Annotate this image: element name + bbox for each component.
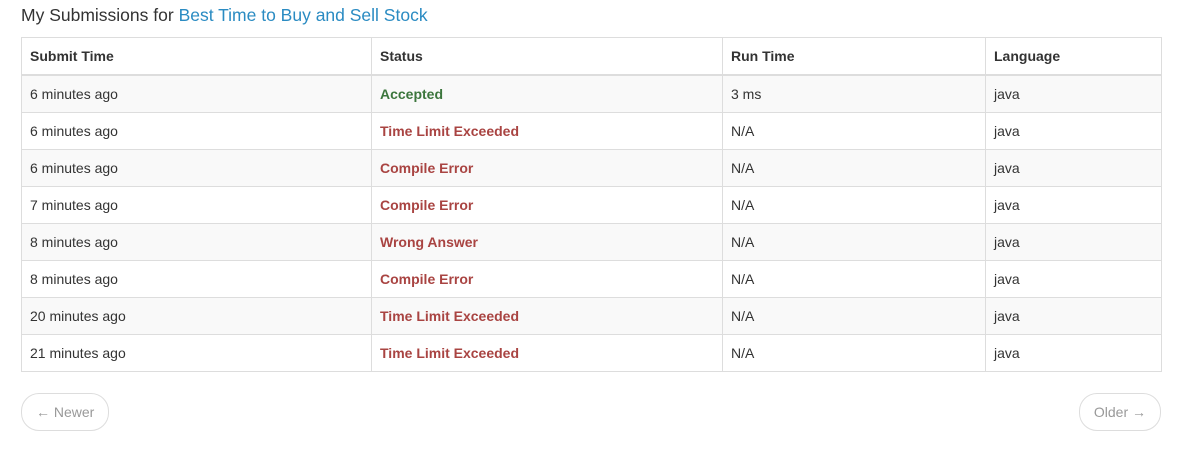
submit-time-cell: 20 minutes ago: [21, 297, 372, 335]
newer-button[interactable]: ← Newer: [21, 393, 110, 431]
page-title: My Submissions for Best Time to Buy and …: [21, 0, 1161, 37]
table-row: 7 minutes ago Compile Error N/A java: [21, 186, 1162, 224]
page-title-prefix: My Submissions for: [21, 5, 174, 25]
submit-time-cell: 6 minutes ago: [21, 112, 372, 150]
submit-time-cell: 6 minutes ago: [21, 149, 372, 187]
run-time-cell: 3 ms: [722, 74, 986, 113]
run-time-cell: N/A: [722, 260, 986, 298]
run-time-cell: N/A: [722, 112, 986, 150]
submissions-page: My Submissions for Best Time to Buy and …: [21, 0, 1162, 431]
submit-time-cell: 21 minutes ago: [21, 334, 372, 372]
language-cell: java: [985, 260, 1162, 298]
submit-time-cell: 6 minutes ago: [21, 74, 372, 113]
table-row: 20 minutes ago Time Limit Exceeded N/A j…: [21, 297, 1162, 335]
status-link[interactable]: Compile Error: [380, 197, 473, 213]
column-header-status: Status: [371, 37, 723, 76]
column-header-submit-time: Submit Time: [21, 37, 372, 76]
status-link[interactable]: Wrong Answer: [380, 234, 478, 250]
column-header-run-time: Run Time: [722, 37, 986, 76]
status-link[interactable]: Accepted: [380, 86, 443, 102]
language-cell: java: [985, 74, 1162, 113]
submit-time-cell: 8 minutes ago: [21, 260, 372, 298]
run-time-cell: N/A: [722, 186, 986, 224]
pager: ← Newer Older →: [21, 393, 1161, 431]
table-header-row: Submit Time Status Run Time Language: [21, 37, 1162, 76]
run-time-cell: N/A: [722, 334, 986, 372]
submit-time-cell: 8 minutes ago: [21, 223, 372, 261]
language-cell: java: [985, 334, 1162, 372]
submissions-table: Submit Time Status Run Time Language 6 m…: [21, 37, 1162, 372]
problem-title-link[interactable]: Best Time to Buy and Sell Stock: [179, 5, 428, 25]
table-row: 8 minutes ago Compile Error N/A java: [21, 260, 1162, 298]
table-row: 6 minutes ago Compile Error N/A java: [21, 149, 1162, 187]
language-cell: java: [985, 223, 1162, 261]
table-row: 6 minutes ago Time Limit Exceeded N/A ja…: [21, 112, 1162, 150]
language-cell: java: [985, 149, 1162, 187]
table-row: 21 minutes ago Time Limit Exceeded N/A j…: [21, 334, 1162, 372]
language-cell: java: [985, 186, 1162, 224]
column-header-language: Language: [985, 37, 1162, 76]
run-time-cell: N/A: [722, 223, 986, 261]
language-cell: java: [985, 112, 1162, 150]
table-row: 8 minutes ago Wrong Answer N/A java: [21, 223, 1162, 261]
status-link[interactable]: Time Limit Exceeded: [380, 345, 519, 361]
status-link[interactable]: Time Limit Exceeded: [380, 123, 519, 139]
submit-time-cell: 7 minutes ago: [21, 186, 372, 224]
language-cell: java: [985, 297, 1162, 335]
run-time-cell: N/A: [722, 149, 986, 187]
table-row: 6 minutes ago Accepted 3 ms java: [21, 74, 1162, 113]
older-button[interactable]: Older →: [1078, 393, 1161, 431]
run-time-cell: N/A: [722, 297, 986, 335]
status-link[interactable]: Compile Error: [380, 271, 473, 287]
status-link[interactable]: Time Limit Exceeded: [380, 308, 519, 324]
status-link[interactable]: Compile Error: [380, 160, 473, 176]
